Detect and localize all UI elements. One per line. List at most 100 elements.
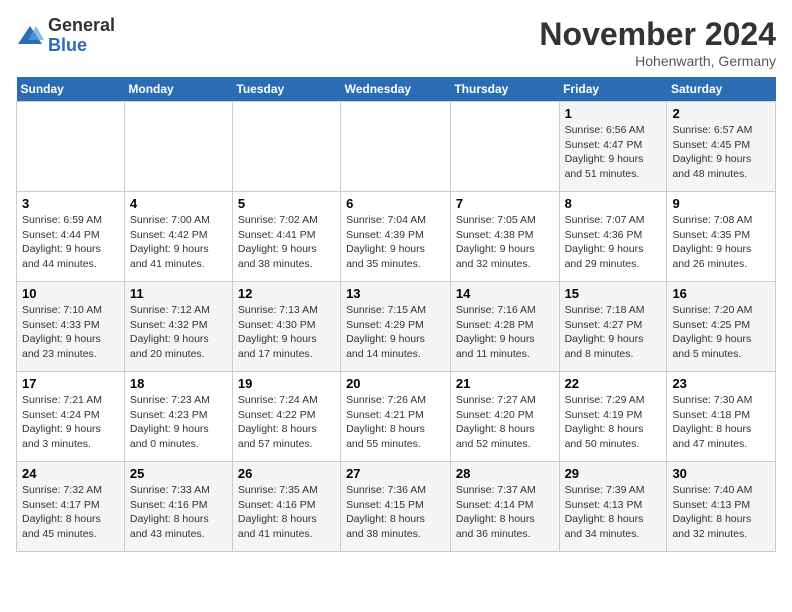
cell-5-4: 27Sunrise: 7:36 AM Sunset: 4:15 PM Dayli… — [341, 462, 451, 552]
day-number: 29 — [565, 466, 662, 481]
day-info: Sunrise: 7:39 AM Sunset: 4:13 PM Dayligh… — [565, 483, 662, 542]
day-info: Sunrise: 7:12 AM Sunset: 4:32 PM Dayligh… — [130, 303, 227, 362]
header-wednesday: Wednesday — [341, 77, 451, 102]
day-number: 26 — [238, 466, 335, 481]
day-number: 18 — [130, 376, 227, 391]
cell-3-5: 14 Sunrise: 7:16 AM Sunset: 4:28 PM Dayli… — [450, 282, 559, 372]
week-row-1: 1 Sunrise: 6:56 AM Sunset: 4:47 PM Daylig… — [17, 102, 776, 192]
day-number: 23 — [672, 376, 770, 391]
day-number: 7 — [456, 196, 554, 211]
logo-text: General Blue — [48, 16, 115, 56]
cell-2-3: 5 Sunrise: 7:02 AM Sunset: 4:41 PM Daylig… — [232, 192, 340, 282]
day-info: Sunrise: 6:59 AM Sunset: 4:44 PM Dayligh… — [22, 213, 119, 272]
day-number: 25 — [130, 466, 227, 481]
cell-4-2: 18 Sunrise: 7:23 AM Sunset: 4:23 PM Dayli… — [124, 372, 232, 462]
day-number: 22 — [565, 376, 662, 391]
day-info: Sunrise: 7:02 AM Sunset: 4:41 PM Dayligh… — [238, 213, 335, 272]
day-info: Sunrise: 7:20 AM Sunset: 4:25 PM Dayligh… — [672, 303, 770, 362]
header-saturday: Saturday — [667, 77, 776, 102]
cell-5-5: 28Sunrise: 7:37 AM Sunset: 4:14 PM Dayli… — [450, 462, 559, 552]
day-number: 10 — [22, 286, 119, 301]
day-number: 6 — [346, 196, 445, 211]
cell-5-7: 30 Sunrise: 7:40 AM Sunset: 4:13 PM Dayli… — [667, 462, 776, 552]
day-number: 1 — [565, 106, 662, 121]
day-info: Sunrise: 7:15 AM Sunset: 4:29 PM Dayligh… — [346, 303, 445, 362]
day-info: Sunrise: 7:35 AM Sunset: 4:16 PM Dayligh… — [238, 483, 335, 542]
calendar-body: 1 Sunrise: 6:56 AM Sunset: 4:47 PM Daylig… — [17, 102, 776, 552]
day-info: Sunrise: 7:32 AM Sunset: 4:17 PM Dayligh… — [22, 483, 119, 542]
day-info: Sunrise: 7:21 AM Sunset: 4:24 PM Dayligh… — [22, 393, 119, 452]
day-info: Sunrise: 7:27 AM Sunset: 4:20 PM Dayligh… — [456, 393, 554, 452]
header-thursday: Thursday — [450, 77, 559, 102]
cell-4-3: 19Sunrise: 7:24 AM Sunset: 4:22 PM Dayli… — [232, 372, 340, 462]
cell-3-7: 16 Sunrise: 7:20 AM Sunset: 4:25 PM Dayli… — [667, 282, 776, 372]
cell-2-6: 8Sunrise: 7:07 AM Sunset: 4:36 PM Daylig… — [559, 192, 667, 282]
day-number: 3 — [22, 196, 119, 211]
day-number: 17 — [22, 376, 119, 391]
day-info: Sunrise: 7:13 AM Sunset: 4:30 PM Dayligh… — [238, 303, 335, 362]
cell-1-7: 2Sunrise: 6:57 AM Sunset: 4:45 PM Daylig… — [667, 102, 776, 192]
header-friday: Friday — [559, 77, 667, 102]
day-info: Sunrise: 7:23 AM Sunset: 4:23 PM Dayligh… — [130, 393, 227, 452]
calendar-table: Sunday Monday Tuesday Wednesday Thursday… — [16, 77, 776, 552]
day-number: 24 — [22, 466, 119, 481]
month-title: November 2024 — [539, 16, 776, 53]
day-info: Sunrise: 7:10 AM Sunset: 4:33 PM Dayligh… — [22, 303, 119, 362]
day-number: 12 — [238, 286, 335, 301]
cell-1-3 — [232, 102, 340, 192]
cell-2-2: 4 Sunrise: 7:00 AM Sunset: 4:42 PM Daylig… — [124, 192, 232, 282]
logo-icon — [16, 22, 44, 50]
day-info: Sunrise: 7:37 AM Sunset: 4:14 PM Dayligh… — [456, 483, 554, 542]
day-info: Sunrise: 7:30 AM Sunset: 4:18 PM Dayligh… — [672, 393, 770, 452]
day-number: 2 — [672, 106, 770, 121]
cell-1-4 — [341, 102, 451, 192]
day-info: Sunrise: 7:16 AM Sunset: 4:28 PM Dayligh… — [456, 303, 554, 362]
cell-4-4: 20Sunrise: 7:26 AM Sunset: 4:21 PM Dayli… — [341, 372, 451, 462]
week-row-5: 24 Sunrise: 7:32 AM Sunset: 4:17 PM Dayli… — [17, 462, 776, 552]
cell-4-6: 22 Sunrise: 7:29 AM Sunset: 4:19 PM Dayli… — [559, 372, 667, 462]
day-number: 13 — [346, 286, 445, 301]
day-info: Sunrise: 6:56 AM Sunset: 4:47 PM Dayligh… — [565, 123, 662, 182]
cell-2-7: 9 Sunrise: 7:08 AM Sunset: 4:35 PM Daylig… — [667, 192, 776, 282]
day-number: 9 — [672, 196, 770, 211]
cell-2-4: 6 Sunrise: 7:04 AM Sunset: 4:39 PM Daylig… — [341, 192, 451, 282]
cell-4-1: 17 Sunrise: 7:21 AM Sunset: 4:24 PM Dayli… — [17, 372, 125, 462]
week-row-2: 3 Sunrise: 6:59 AM Sunset: 4:44 PM Daylig… — [17, 192, 776, 282]
day-number: 14 — [456, 286, 554, 301]
cell-1-5 — [450, 102, 559, 192]
day-info: Sunrise: 7:18 AM Sunset: 4:27 PM Dayligh… — [565, 303, 662, 362]
day-info: Sunrise: 7:26 AM Sunset: 4:21 PM Dayligh… — [346, 393, 445, 452]
cell-5-6: 29 Sunrise: 7:39 AM Sunset: 4:13 PM Dayli… — [559, 462, 667, 552]
day-number: 30 — [672, 466, 770, 481]
calendar-header: Sunday Monday Tuesday Wednesday Thursday… — [17, 77, 776, 102]
day-info: Sunrise: 7:08 AM Sunset: 4:35 PM Dayligh… — [672, 213, 770, 272]
cell-1-2 — [124, 102, 232, 192]
day-number: 15 — [565, 286, 662, 301]
day-info: Sunrise: 7:04 AM Sunset: 4:39 PM Dayligh… — [346, 213, 445, 272]
cell-5-3: 26 Sunrise: 7:35 AM Sunset: 4:16 PM Dayli… — [232, 462, 340, 552]
title-block: November 2024 Hohenwarth, Germany — [539, 16, 776, 69]
day-number: 11 — [130, 286, 227, 301]
day-info: Sunrise: 7:33 AM Sunset: 4:16 PM Dayligh… — [130, 483, 227, 542]
cell-2-1: 3 Sunrise: 6:59 AM Sunset: 4:44 PM Daylig… — [17, 192, 125, 282]
cell-5-1: 24 Sunrise: 7:32 AM Sunset: 4:17 PM Dayli… — [17, 462, 125, 552]
day-info: Sunrise: 7:29 AM Sunset: 4:19 PM Dayligh… — [565, 393, 662, 452]
location: Hohenwarth, Germany — [539, 53, 776, 69]
cell-3-2: 11 Sunrise: 7:12 AM Sunset: 4:32 PM Dayli… — [124, 282, 232, 372]
day-info: Sunrise: 7:40 AM Sunset: 4:13 PM Dayligh… — [672, 483, 770, 542]
cell-1-6: 1 Sunrise: 6:56 AM Sunset: 4:47 PM Daylig… — [559, 102, 667, 192]
cell-4-7: 23 Sunrise: 7:30 AM Sunset: 4:18 PM Dayli… — [667, 372, 776, 462]
day-number: 8 — [565, 196, 662, 211]
header-monday: Monday — [124, 77, 232, 102]
cell-5-2: 25 Sunrise: 7:33 AM Sunset: 4:16 PM Dayli… — [124, 462, 232, 552]
day-number: 21 — [456, 376, 554, 391]
day-number: 4 — [130, 196, 227, 211]
day-info: Sunrise: 7:05 AM Sunset: 4:38 PM Dayligh… — [456, 213, 554, 272]
cell-2-5: 7 Sunrise: 7:05 AM Sunset: 4:38 PM Daylig… — [450, 192, 559, 282]
header-sunday: Sunday — [17, 77, 125, 102]
day-number: 16 — [672, 286, 770, 301]
day-info: Sunrise: 7:00 AM Sunset: 4:42 PM Dayligh… — [130, 213, 227, 272]
cell-1-1 — [17, 102, 125, 192]
day-number: 5 — [238, 196, 335, 211]
week-row-4: 17 Sunrise: 7:21 AM Sunset: 4:24 PM Dayli… — [17, 372, 776, 462]
